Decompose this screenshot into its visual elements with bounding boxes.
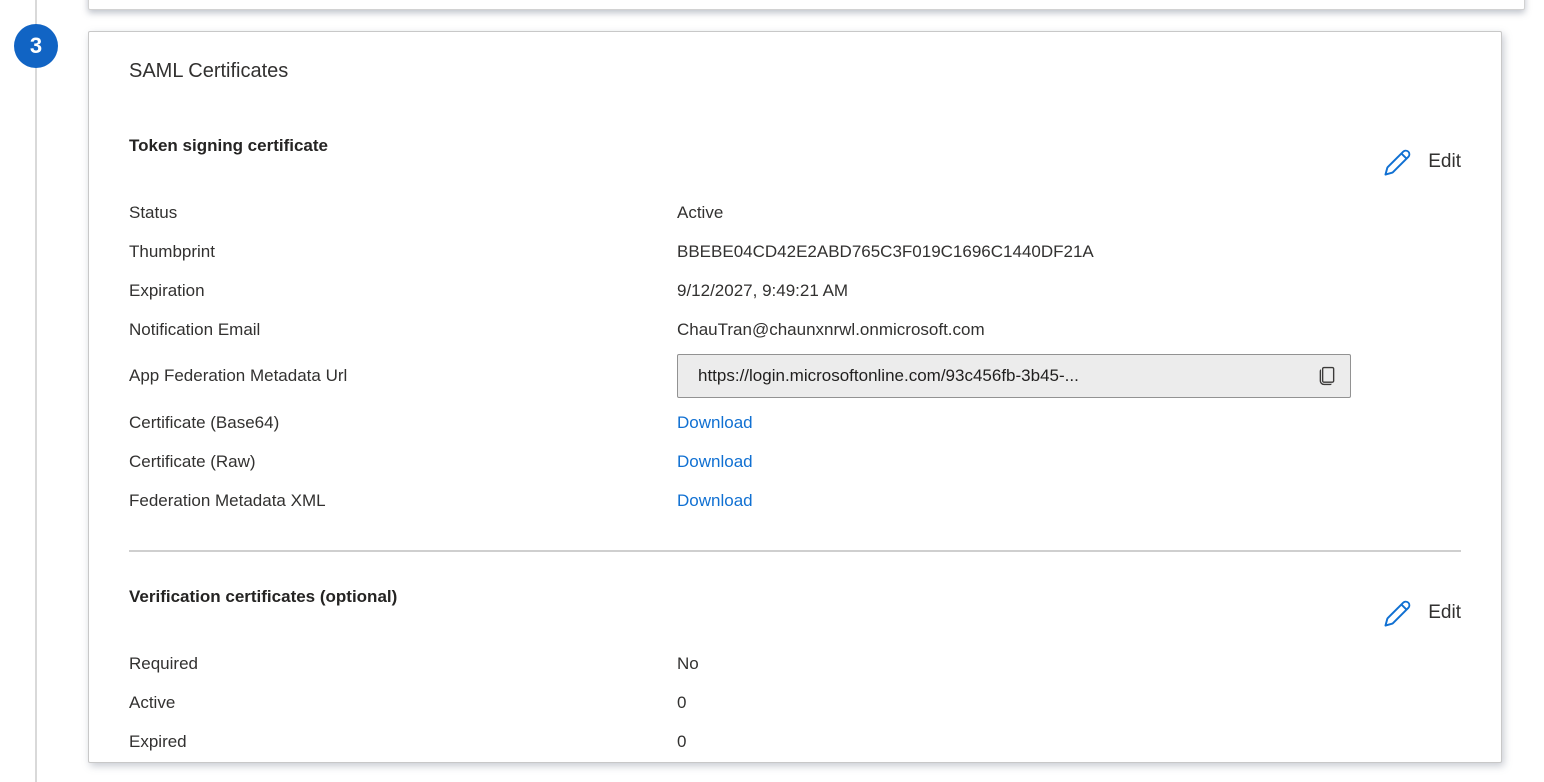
pencil-icon bbox=[1382, 598, 1413, 629]
notification-email-row: Notification Email ChauTran@chaunxnrwl.o… bbox=[129, 310, 1461, 349]
edit-label: Edit bbox=[1428, 151, 1461, 173]
federation-metadata-xml-row: Federation Metadata XML Download bbox=[129, 481, 1461, 520]
step-number: 3 bbox=[30, 33, 42, 59]
download-metadata-xml-link[interactable]: Download bbox=[677, 491, 753, 511]
edit-verification-button[interactable]: Edit bbox=[1382, 596, 1461, 630]
thumbprint-value: BBEBE04CD42E2ABD765C3F019C1696C1440DF21A bbox=[677, 242, 1094, 262]
row-label: Federation Metadata XML bbox=[129, 491, 677, 511]
status-row: Status Active bbox=[129, 193, 1461, 232]
metadata-url-value: https://login.microsoftonline.com/93c456… bbox=[698, 366, 1306, 386]
edit-token-signing-button[interactable]: Edit bbox=[1382, 145, 1461, 179]
row-label: Expired bbox=[129, 732, 677, 752]
row-label: Status bbox=[129, 203, 677, 223]
notification-email-value: ChauTran@chaunxnrwl.onmicrosoft.com bbox=[677, 320, 985, 340]
download-raw-link[interactable]: Download bbox=[677, 452, 753, 472]
thumbprint-row: Thumbprint BBEBE04CD42E2ABD765C3F019C169… bbox=[129, 232, 1461, 271]
row-label: Expiration bbox=[129, 281, 677, 301]
active-count-row: Active 0 bbox=[129, 683, 1461, 722]
active-count-value: 0 bbox=[677, 693, 686, 713]
expiration-row: Expiration 9/12/2027, 9:49:21 AM bbox=[129, 271, 1461, 310]
card-title: SAML Certificates bbox=[129, 59, 1461, 83]
row-label: Notification Email bbox=[129, 320, 677, 340]
row-label: Required bbox=[129, 654, 677, 674]
row-label: Certificate (Base64) bbox=[129, 413, 677, 433]
certificate-raw-row: Certificate (Raw) Download bbox=[129, 442, 1461, 481]
row-label: Active bbox=[129, 693, 677, 713]
expired-count-row: Expired 0 bbox=[129, 722, 1461, 761]
copy-icon bbox=[1316, 365, 1338, 387]
app-federation-metadata-url-row: App Federation Metadata Url https://logi… bbox=[129, 349, 1461, 403]
verification-section-header: Verification certificates (optional) Edi… bbox=[129, 586, 1461, 630]
step-3-badge: 3 bbox=[14, 24, 58, 68]
certificate-base64-row: Certificate (Base64) Download bbox=[129, 403, 1461, 442]
row-label: Certificate (Raw) bbox=[129, 452, 677, 472]
row-label: App Federation Metadata Url bbox=[129, 366, 677, 386]
required-row: Required No bbox=[129, 644, 1461, 683]
expiration-value: 9/12/2027, 9:49:21 AM bbox=[677, 281, 848, 301]
metadata-url-copy-field[interactable]: https://login.microsoftonline.com/93c456… bbox=[677, 354, 1351, 398]
expired-count-value: 0 bbox=[677, 732, 686, 752]
verification-heading: Verification certificates (optional) bbox=[129, 586, 397, 608]
saml-certificates-card: SAML Certificates Token signing certific… bbox=[88, 31, 1502, 763]
step-connector-line bbox=[35, 0, 37, 782]
token-signing-section-header: Token signing certificate Edit bbox=[129, 135, 1461, 179]
status-value: Active bbox=[677, 203, 723, 223]
pencil-icon bbox=[1382, 147, 1413, 178]
required-value: No bbox=[677, 654, 699, 674]
copy-button[interactable] bbox=[1316, 365, 1338, 387]
download-base64-link[interactable]: Download bbox=[677, 413, 753, 433]
section-divider bbox=[129, 550, 1461, 552]
edit-label: Edit bbox=[1428, 602, 1461, 624]
previous-step-card-edge bbox=[88, 0, 1525, 10]
token-signing-heading: Token signing certificate bbox=[129, 135, 328, 157]
row-label: Thumbprint bbox=[129, 242, 677, 262]
